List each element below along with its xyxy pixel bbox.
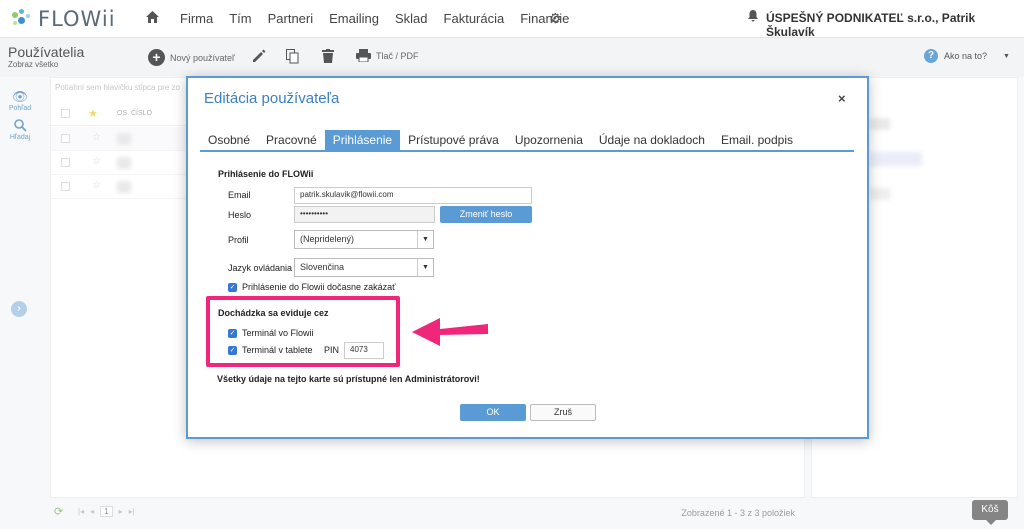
chevron-down-icon: ▼ xyxy=(417,259,433,276)
company-user-name[interactable]: ÚSPEŠNÝ PODNIKATEĽ s.r.o., Patrik Škulav… xyxy=(766,11,1024,39)
page-title: Používatelia xyxy=(8,44,85,60)
top-nav: FLOWii Firma Tím Partneri Emailing Sklad… xyxy=(0,0,1024,39)
edit-user-dialog: Editácia používateľa × Osobné Pracovné P… xyxy=(186,76,869,439)
password-label: Heslo xyxy=(228,210,252,220)
language-select[interactable]: Slovenčina ▼ xyxy=(294,258,434,277)
nav-item-partneri[interactable]: Partneri xyxy=(268,11,314,26)
print-button[interactable]: Tlač / PDF xyxy=(356,49,419,62)
copy-icon[interactable] xyxy=(286,49,299,64)
disable-login-checkbox[interactable]: ✓ xyxy=(228,283,237,292)
nav-item-tim[interactable]: Tím xyxy=(229,11,251,26)
new-user-button[interactable]: + Nový používateľ xyxy=(148,49,235,66)
profile-label: Profil xyxy=(228,235,249,245)
language-value: Slovenčina xyxy=(300,262,345,272)
pointer-arrow-icon xyxy=(412,318,488,346)
home-icon[interactable] xyxy=(146,11,159,26)
email-label: Email xyxy=(228,190,251,200)
edit-icon[interactable] xyxy=(252,49,266,63)
nav-item-emailing[interactable]: Emailing xyxy=(329,11,379,26)
tab-udaje-na-dokladoch[interactable]: Údaje na dokladoch xyxy=(591,130,713,150)
attendance-highlight xyxy=(206,296,400,367)
password-field[interactable]: •••••••••• xyxy=(294,206,435,223)
page-filter[interactable]: Zobraz všetko xyxy=(8,60,58,69)
sub-header: Používatelia Zobraz všetko + Nový použív… xyxy=(0,39,1024,77)
tab-pracovne[interactable]: Pracovné xyxy=(258,130,325,150)
login-section-title: Prihlásenie do FLOWii xyxy=(218,169,314,179)
chevron-down-icon: ▼ xyxy=(417,231,433,248)
tab-upozornenia[interactable]: Upozornenia xyxy=(507,130,591,150)
nav-item-fakturacia[interactable]: Fakturácia xyxy=(444,11,505,26)
cancel-button[interactable]: Zruš xyxy=(530,404,596,421)
help-button[interactable]: ? Ako na to? ▼ xyxy=(924,49,1010,63)
dialog-title: Editácia používateľa xyxy=(204,90,340,107)
new-user-label: Nový používateľ xyxy=(170,52,235,63)
main-menu: Firma Tím Partneri Emailing Sklad Faktur… xyxy=(180,11,569,26)
tab-email-podpis[interactable]: Email. podpis xyxy=(713,130,801,150)
gear-icon[interactable]: ⚙ xyxy=(549,10,562,27)
logo-text: FLOWii xyxy=(38,7,116,31)
profile-select[interactable]: (Nepridelený) ▼ xyxy=(294,230,434,249)
nav-item-sklad[interactable]: Sklad xyxy=(395,11,428,26)
tab-pristupove-prava[interactable]: Prístupové práva xyxy=(400,130,507,150)
email-field[interactable]: patrik.skulavik@flowii.com xyxy=(294,187,532,204)
tab-prihlasenie[interactable]: Prihlásenie xyxy=(324,130,401,150)
logo[interactable]: FLOWii xyxy=(10,7,116,31)
change-password-button[interactable]: Zmeniť heslo xyxy=(440,206,532,223)
language-label: Jazyk ovládania xyxy=(228,263,293,273)
close-icon[interactable]: × xyxy=(838,91,846,106)
tab-osobne[interactable]: Osobné xyxy=(200,130,258,150)
plus-icon: + xyxy=(148,49,165,66)
printer-icon xyxy=(356,49,371,62)
admin-warning: Všetky údaje na tejto karte sú prístupné… xyxy=(217,374,480,384)
help-label: Ako na to? xyxy=(944,51,988,61)
disable-login-label: Prihlásenie do Flowii dočasne zakázať xyxy=(242,282,396,292)
profile-value: (Nepridelený) xyxy=(300,234,355,244)
bell-icon[interactable] xyxy=(748,10,758,25)
logo-icon xyxy=(10,8,34,30)
trash-icon[interactable] xyxy=(322,49,334,63)
chevron-down-icon: ▼ xyxy=(1003,52,1010,60)
nav-item-financie[interactable]: Financie xyxy=(520,11,569,26)
print-label: Tlač / PDF xyxy=(376,50,419,61)
nav-item-firma[interactable]: Firma xyxy=(180,11,213,26)
ok-button[interactable]: OK xyxy=(460,404,526,421)
dialog-tabs: Osobné Pracovné Prihlásenie Prístupové p… xyxy=(200,130,854,152)
question-icon: ? xyxy=(924,49,938,63)
